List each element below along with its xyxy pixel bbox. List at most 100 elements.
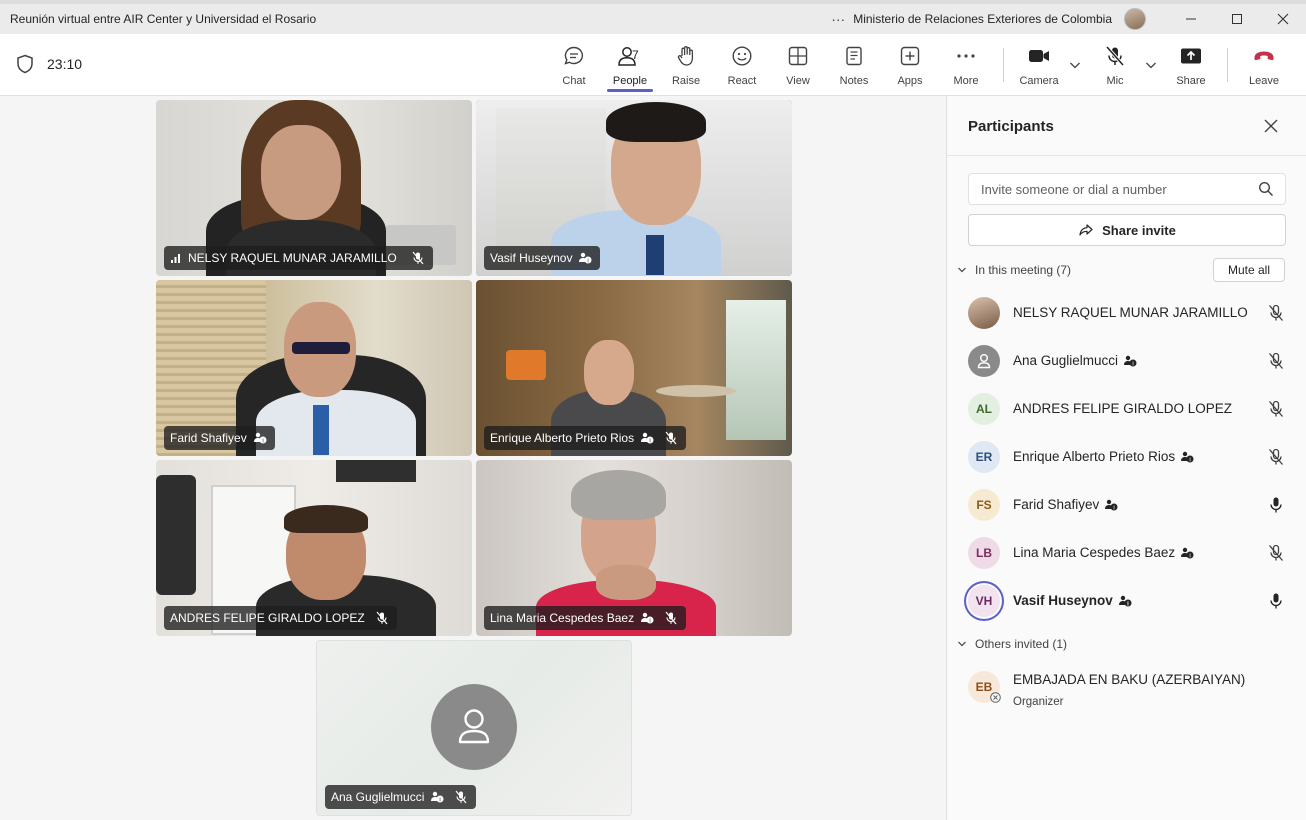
video-tile[interactable]: Vasif Huseynov i bbox=[476, 100, 792, 276]
avatar: ER bbox=[968, 441, 1000, 473]
share-button[interactable]: Share bbox=[1166, 44, 1216, 90]
camera-label: Camera bbox=[1019, 75, 1059, 87]
view-button[interactable]: View bbox=[773, 44, 823, 90]
person-icon bbox=[977, 354, 991, 369]
name-chip: Vasif Huseynov i bbox=[484, 246, 601, 270]
video-tile[interactable]: Ana Guglielmucci i bbox=[316, 640, 632, 816]
frame-shape bbox=[336, 460, 416, 482]
mic-muted-icon[interactable] bbox=[1267, 544, 1285, 562]
svg-text:i: i bbox=[649, 438, 650, 444]
raise-hand-button[interactable]: Raise bbox=[661, 44, 711, 90]
participant-name: Ana Guglielmucci bbox=[331, 790, 425, 804]
emoji-icon bbox=[731, 44, 753, 68]
react-button[interactable]: React bbox=[717, 44, 767, 90]
participant-name: NELSY RAQUEL MUNAR JARAMILLO bbox=[188, 251, 397, 265]
mic-muted-icon[interactable] bbox=[1267, 352, 1285, 370]
mic-muted-icon[interactable] bbox=[1267, 304, 1285, 322]
close-icon[interactable] bbox=[1263, 118, 1279, 134]
leave-label: Leave bbox=[1249, 75, 1279, 87]
participant-name: Lina Maria Cespedes Baez i bbox=[1013, 545, 1194, 560]
mic-button[interactable]: Mic bbox=[1090, 44, 1140, 90]
in-meeting-section-toggle[interactable]: In this meeting (7) bbox=[957, 263, 1071, 277]
participant-name: EMBAJADA EN BAKU (AZERBAIYAN) bbox=[1013, 672, 1245, 687]
svg-text:i: i bbox=[262, 438, 263, 444]
svg-text:i: i bbox=[440, 797, 441, 803]
external-participant-icon: i bbox=[1181, 451, 1194, 463]
participant-name: Enrique Alberto Prieto Rios i bbox=[1013, 449, 1194, 464]
account-avatar[interactable] bbox=[1124, 8, 1146, 30]
leave-button[interactable]: Leave bbox=[1239, 44, 1289, 90]
chat-button[interactable]: Chat bbox=[549, 44, 599, 90]
invite-search-input[interactable] bbox=[968, 173, 1286, 205]
more-button[interactable]: More bbox=[941, 44, 991, 90]
video-stage: NELSY RAQUEL MUNAR JARAMILLO Vasif Husey… bbox=[0, 96, 946, 820]
camera-icon bbox=[1027, 44, 1051, 68]
hair-shape bbox=[606, 102, 706, 142]
coat-shape bbox=[156, 475, 196, 595]
chat-icon bbox=[563, 44, 585, 68]
mic-options-chevron-icon[interactable] bbox=[1144, 58, 1158, 72]
participant-name-text: Lina Maria Cespedes Baez bbox=[1013, 545, 1176, 560]
svg-text:i: i bbox=[588, 258, 589, 264]
participant-row[interactable]: VH Vasif Huseynov i bbox=[947, 577, 1306, 625]
participant-row[interactable]: NELSY RAQUEL MUNAR JARAMILLO bbox=[947, 289, 1306, 337]
video-tile[interactable]: Enrique Alberto Prieto Rios i bbox=[476, 280, 792, 456]
participant-name-text: Vasif Huseynov bbox=[1013, 593, 1113, 608]
face-shape bbox=[261, 125, 341, 220]
video-tile[interactable]: Lina Maria Cespedes Baez i bbox=[476, 460, 792, 636]
window-title-bar: Reunión virtual entre AIR Center y Unive… bbox=[0, 4, 1306, 34]
shield-icon[interactable] bbox=[16, 54, 34, 74]
participant-row[interactable]: FS Farid Shafiyev i bbox=[947, 481, 1306, 529]
face-shape bbox=[584, 340, 634, 405]
others-invited-section-toggle[interactable]: Others invited (1) bbox=[957, 637, 1067, 651]
chevron-down-icon bbox=[958, 267, 966, 273]
mic-on-icon[interactable] bbox=[1267, 592, 1285, 610]
svg-text:i: i bbox=[1189, 553, 1190, 559]
participant-name-text: EMBAJADA EN BAKU (AZERBAIYAN) bbox=[1013, 672, 1246, 687]
svg-text:i: i bbox=[649, 618, 650, 624]
mic-muted-icon bbox=[665, 431, 677, 445]
mic-on-icon[interactable] bbox=[1267, 496, 1285, 514]
title-more-icon[interactable]: ··· bbox=[823, 11, 853, 27]
svg-text:i: i bbox=[1132, 361, 1133, 367]
fireplace-shape bbox=[506, 350, 546, 380]
participant-row[interactable]: LB Lina Maria Cespedes Baez i bbox=[947, 529, 1306, 577]
name-chip: Enrique Alberto Prieto Rios i bbox=[484, 426, 687, 450]
participant-name: NELSY RAQUEL MUNAR JARAMILLO bbox=[1013, 305, 1248, 320]
mic-muted-icon bbox=[412, 251, 424, 265]
raise-hand-icon bbox=[675, 44, 697, 68]
search-icon[interactable] bbox=[1258, 181, 1274, 197]
minimize-icon[interactable] bbox=[1168, 4, 1214, 34]
apps-label: Apps bbox=[897, 75, 923, 87]
participant-row[interactable]: AL ANDRES FELIPE GIRALDO LOPEZ bbox=[947, 385, 1306, 433]
people-button[interactable]: 7 People bbox=[605, 44, 655, 90]
notes-button[interactable]: Notes bbox=[829, 44, 879, 90]
mic-muted-icon[interactable] bbox=[1267, 400, 1285, 418]
share-invite-button[interactable]: Share invite bbox=[968, 214, 1286, 246]
camera-button[interactable]: Camera bbox=[1014, 44, 1064, 90]
meeting-timer: 23:10 bbox=[47, 56, 83, 72]
mic-muted-icon[interactable] bbox=[1267, 448, 1285, 466]
video-tile[interactable]: NELSY RAQUEL MUNAR JARAMILLO bbox=[156, 100, 472, 276]
camera-options-chevron-icon[interactable] bbox=[1068, 58, 1082, 72]
name-chip: Farid Shafiyev i bbox=[164, 426, 275, 450]
mute-all-button[interactable]: Mute all bbox=[1213, 258, 1285, 282]
participant-name: Enrique Alberto Prieto Rios bbox=[490, 431, 635, 445]
video-tile[interactable]: Farid Shafiyev i bbox=[156, 280, 472, 456]
view-label: View bbox=[786, 75, 810, 87]
table-shape bbox=[656, 385, 736, 397]
maximize-icon[interactable] bbox=[1214, 4, 1260, 34]
participant-row[interactable]: ER Enrique Alberto Prieto Rios i bbox=[947, 433, 1306, 481]
share-arrow-icon bbox=[1079, 224, 1093, 236]
participant-name-text: Enrique Alberto Prieto Rios bbox=[1013, 449, 1176, 464]
apps-button[interactable]: Apps bbox=[885, 44, 935, 90]
close-window-icon[interactable] bbox=[1260, 4, 1306, 34]
video-tile[interactable]: ANDRES FELIPE GIRALDO LOPEZ bbox=[156, 460, 472, 636]
window-shape bbox=[726, 300, 786, 440]
name-chip: Ana Guglielmucci i bbox=[325, 785, 477, 809]
participant-name-text: ANDRES FELIPE GIRALDO LOPEZ bbox=[1013, 401, 1233, 416]
name-chip: NELSY RAQUEL MUNAR JARAMILLO bbox=[164, 246, 433, 270]
mic-muted-icon bbox=[376, 611, 388, 625]
invited-row[interactable]: EB EMBAJADA EN BAKU (AZERBAIYAN) Organiz… bbox=[947, 663, 1306, 719]
participant-row[interactable]: Ana Guglielmucci i bbox=[947, 337, 1306, 385]
